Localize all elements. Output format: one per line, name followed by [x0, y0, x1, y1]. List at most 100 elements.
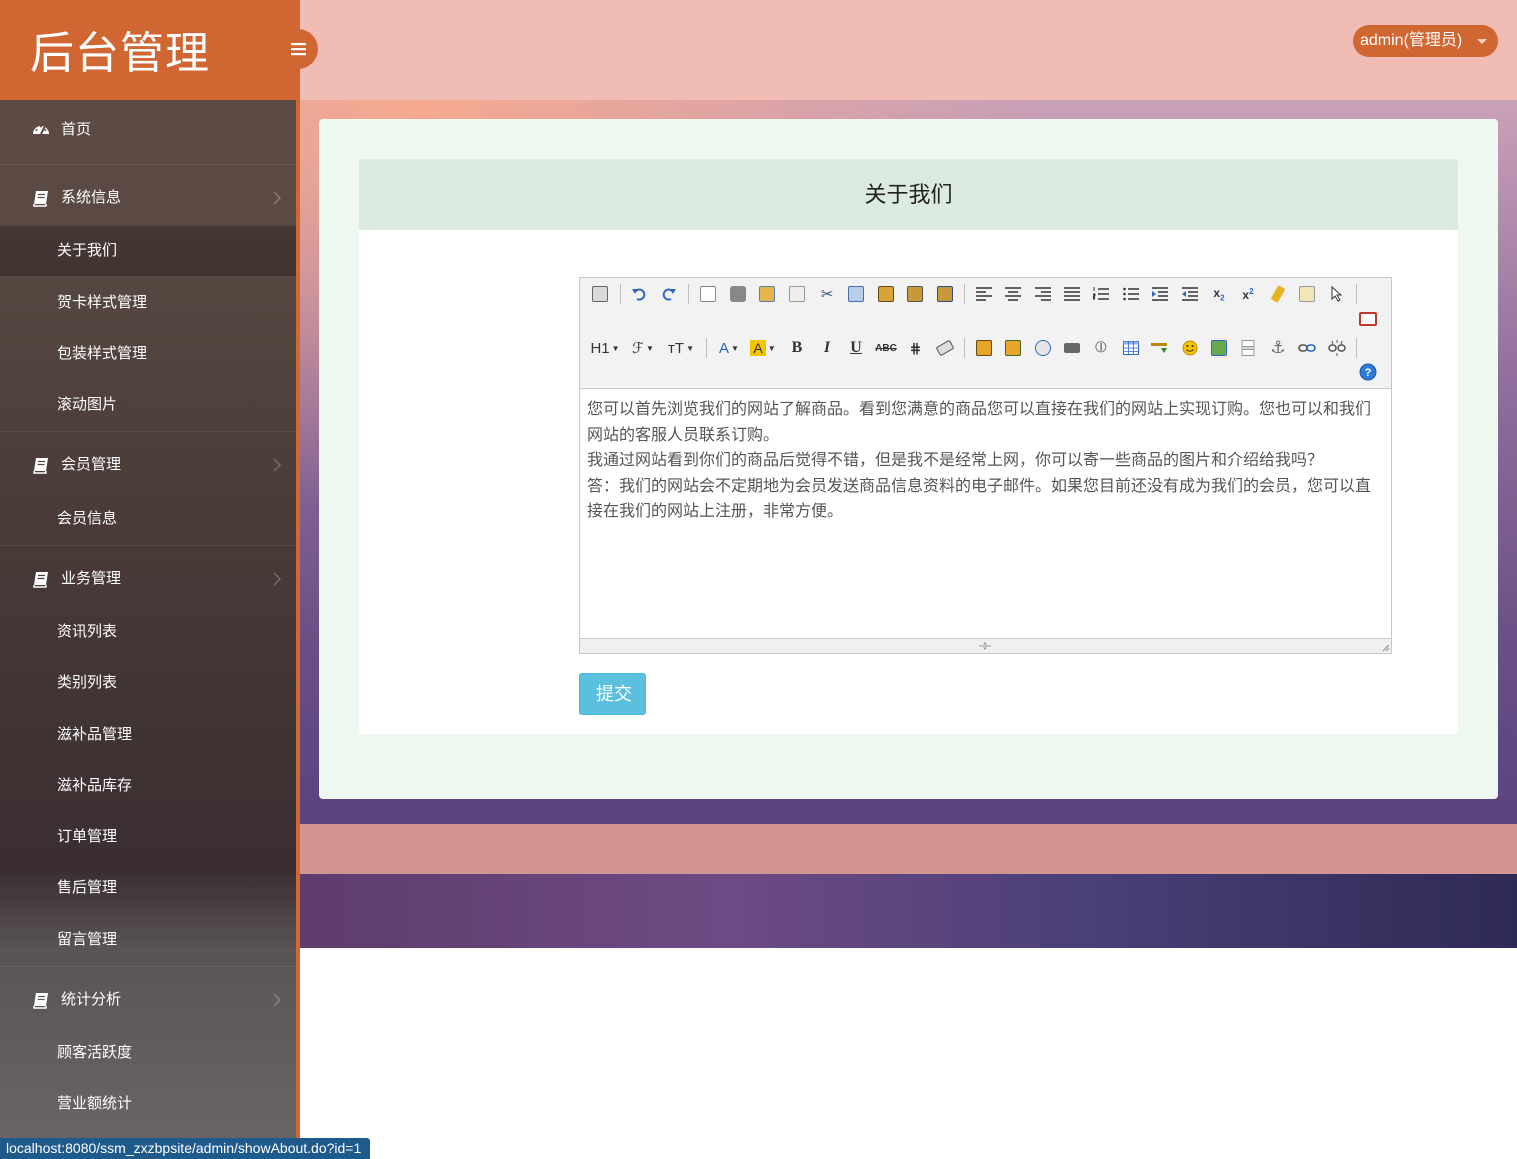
- unordered-list-icon[interactable]: [1119, 282, 1143, 306]
- user-menu-dropdown[interactable]: admin(管理员): [1353, 25, 1498, 57]
- subscript-icon[interactable]: x2: [1207, 282, 1231, 306]
- undo-icon[interactable]: [627, 282, 651, 306]
- sidebar-group-label: 会员管理: [61, 456, 122, 473]
- caret-down-icon: [1477, 39, 1487, 44]
- underline-icon[interactable]: U: [844, 336, 868, 360]
- sidebar-item-tonic-management[interactable]: 滋补品管理: [0, 710, 296, 760]
- editor-content-area[interactable]: 您可以首先浏览我们的网站了解商品。看到您满意的商品您可以直接在我们的网站上实现订…: [587, 396, 1385, 524]
- sidebar-item-label: 包装样式管理: [57, 345, 148, 362]
- toolbar-separator: [1356, 338, 1357, 358]
- sidebar-item-news-list[interactable]: 资讯列表: [0, 607, 296, 657]
- unlink-icon[interactable]: [1325, 336, 1349, 360]
- link-icon[interactable]: [1295, 336, 1319, 360]
- copy-icon[interactable]: [844, 282, 868, 306]
- anchor-icon[interactable]: ⚓: [1266, 336, 1290, 360]
- fullscreen-icon[interactable]: [1356, 307, 1380, 331]
- toolbar-separator: [964, 284, 965, 304]
- sidebar-item-home[interactable]: 首页: [0, 97, 296, 163]
- rich-text-editor[interactable]: ✂ x2 x2 H1 ▼ ℱ ▼ тT ▼ A ▼ A ▼ B I U ABC ⋕: [579, 277, 1392, 654]
- line-height-icon[interactable]: ⋕: [903, 336, 927, 360]
- ordered-list-icon[interactable]: [1089, 282, 1113, 306]
- sidebar-item-label: 贺卡样式管理: [57, 294, 148, 311]
- outdent-icon[interactable]: [1178, 282, 1202, 306]
- align-justify-icon[interactable]: [1060, 282, 1084, 306]
- toolbar-separator: [620, 284, 621, 304]
- superscript-icon[interactable]: x2: [1236, 282, 1260, 306]
- menu-toggle-button[interactable]: [278, 29, 318, 69]
- horizontal-rule-icon[interactable]: [1148, 336, 1172, 360]
- sidebar-item-customer-activity[interactable]: 顾客活跃度: [0, 1028, 296, 1078]
- top-header: [300, 0, 1517, 100]
- submit-button-label: 提交: [596, 684, 632, 704]
- sidebar-group-business[interactable]: 业务管理: [0, 545, 296, 611]
- paste-icon[interactable]: [874, 282, 898, 306]
- attachment-icon[interactable]: ⦶: [1089, 336, 1113, 360]
- align-center-icon[interactable]: [1001, 282, 1025, 306]
- sidebar-item-scroll-images[interactable]: 滚动图片: [0, 380, 296, 430]
- insert-table-icon[interactable]: [1119, 336, 1143, 360]
- code-icon[interactable]: [785, 282, 809, 306]
- insert-image-icon[interactable]: [972, 336, 996, 360]
- emoticon-icon[interactable]: [1178, 336, 1202, 360]
- sidebar-item-revenue-stats[interactable]: 营业额统计: [0, 1079, 296, 1129]
- font-family-dropdown[interactable]: ℱ ▼: [630, 336, 656, 360]
- editor-resize-bar[interactable]: [580, 638, 1391, 653]
- select-all-icon[interactable]: [1325, 282, 1349, 306]
- font-size-dropdown[interactable]: тT ▼: [666, 336, 696, 360]
- clear-format-icon[interactable]: [1266, 282, 1290, 306]
- strikethrough-icon[interactable]: ABC: [874, 336, 898, 360]
- sidebar-group-system-info[interactable]: 系统信息: [0, 164, 296, 230]
- template-icon[interactable]: [755, 282, 779, 306]
- align-left-icon[interactable]: [972, 282, 996, 306]
- user-name: admin(管理员): [1360, 32, 1463, 49]
- insert-video-icon[interactable]: [1060, 336, 1084, 360]
- paste-word-icon[interactable]: [933, 282, 957, 306]
- insert-flash-icon[interactable]: [1031, 336, 1055, 360]
- sidebar-item-orders[interactable]: 订单管理: [0, 812, 296, 862]
- sidebar-item-label: 顾客活跃度: [57, 1044, 133, 1061]
- bold-icon[interactable]: B: [785, 336, 809, 360]
- svg-text:?: ?: [1365, 367, 1372, 379]
- sidebar-group-label: 统计分析: [61, 991, 122, 1008]
- sidebar-item-messages[interactable]: 留言管理: [0, 915, 296, 965]
- resize-corner-icon[interactable]: [1381, 643, 1390, 652]
- toolbar-separator: [1356, 284, 1357, 304]
- sidebar-item-about-us[interactable]: 关于我们: [0, 226, 296, 276]
- sidebar-item-tonic-inventory[interactable]: 滋补品库存: [0, 761, 296, 811]
- indent-icon[interactable]: [1148, 282, 1172, 306]
- brand-bar: 后台管理: [0, 0, 298, 100]
- submit-button[interactable]: 提交: [579, 673, 646, 715]
- footer-band: [300, 824, 1517, 874]
- preview-icon[interactable]: [696, 282, 720, 306]
- background-color-icon[interactable]: A ▼: [748, 336, 778, 360]
- sidebar-item-card-styles[interactable]: 贺卡样式管理: [0, 278, 296, 328]
- sidebar-item-member-info[interactable]: 会员信息: [0, 494, 296, 544]
- redo-icon[interactable]: [657, 282, 681, 306]
- eraser-icon[interactable]: [933, 336, 957, 360]
- source-code-icon[interactable]: [588, 282, 612, 306]
- sidebar-item-label: 营业额统计: [57, 1095, 133, 1112]
- book-icon: [33, 458, 48, 474]
- sidebar-item-package-styles[interactable]: 包装样式管理: [0, 329, 296, 379]
- paste-text-icon[interactable]: [903, 282, 927, 306]
- insert-multi-image-icon[interactable]: [1001, 336, 1025, 360]
- quick-format-icon[interactable]: [1295, 282, 1319, 306]
- toolbar-separator: [688, 284, 689, 304]
- sidebar-item-category-list[interactable]: 类别列表: [0, 658, 296, 708]
- book-icon: [33, 572, 48, 588]
- heading-dropdown[interactable]: H1 ▼: [590, 336, 620, 360]
- map-icon[interactable]: [1207, 336, 1231, 360]
- status-bar-url: localhost:8080/ssm_zxzbpsite/admin/showA…: [0, 1138, 371, 1159]
- print-icon[interactable]: [726, 282, 750, 306]
- dashboard-icon: [33, 125, 49, 135]
- sidebar-item-after-sales[interactable]: 售后管理: [0, 863, 296, 913]
- toolbar-separator: [706, 338, 707, 358]
- sidebar-group-statistics[interactable]: 统计分析: [0, 966, 296, 1032]
- help-icon[interactable]: ?: [1356, 360, 1380, 384]
- italic-icon[interactable]: I: [815, 336, 839, 360]
- cut-icon[interactable]: ✂: [815, 282, 839, 306]
- sidebar-group-members[interactable]: 会员管理: [0, 431, 296, 497]
- align-right-icon[interactable]: [1031, 282, 1055, 306]
- page-break-icon[interactable]: [1236, 336, 1260, 360]
- font-color-icon[interactable]: A ▼: [715, 336, 743, 360]
